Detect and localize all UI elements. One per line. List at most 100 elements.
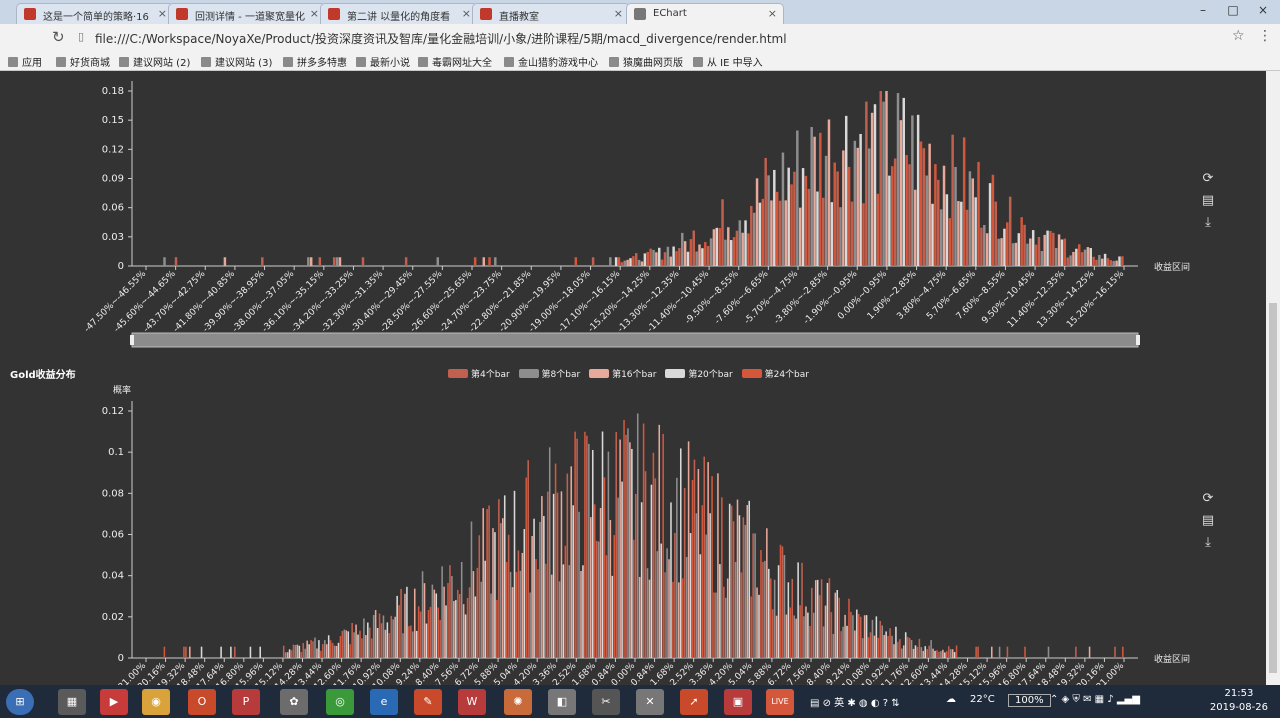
histogram-bar (1083, 249, 1087, 266)
tray-zoom[interactable]: 100% (1008, 694, 1051, 707)
taskbar-app4-icon[interactable]: ✂ (592, 689, 620, 715)
histogram-bar (826, 582, 829, 658)
bookmark-item[interactable]: 金山猎豹游戏中心 (504, 54, 598, 69)
histogram-bar (308, 644, 310, 658)
histogram-bar (1095, 259, 1098, 266)
histogram-bar (523, 529, 526, 658)
bookmark-item[interactable]: 拼多多特惠 (283, 54, 347, 69)
taskbar-wechat-icon[interactable]: ◎ (326, 689, 354, 715)
histogram-bar (560, 491, 563, 658)
histogram-bar (740, 572, 743, 658)
histogram-bar (916, 646, 919, 658)
start-button[interactable]: ⊞ (6, 689, 34, 715)
taskbar-explorer-icon[interactable]: ▦ (58, 689, 86, 715)
histogram-bar (819, 132, 822, 266)
taskbar-app7-icon[interactable]: ▣ (724, 689, 752, 715)
histogram-bar (937, 179, 940, 266)
taskbar-app2-icon[interactable]: ✺ (504, 689, 532, 715)
url-field[interactable]: file:///C:/Workspace/NoyaXe/Product/投资深度… (95, 30, 787, 47)
system-tray-icons[interactable]: ▤ ⊘ 英 ✱ ◍ ◐ ? ⇅ (810, 694, 900, 709)
histogram-bar (723, 586, 725, 658)
histogram-bar (773, 579, 776, 658)
tab-3[interactable]: 第二讲 以量化的角度看 × (320, 3, 478, 24)
bookmark-item[interactable]: 好货商城 (56, 54, 110, 69)
close-icon[interactable]: × (768, 7, 777, 20)
histogram-bar (626, 259, 629, 266)
histogram-bar (873, 104, 877, 266)
bookmark-item[interactable]: 建议网站 (2) (119, 54, 190, 69)
bookmark-item[interactable]: 毒霸网址大全 (418, 54, 492, 69)
download-icon[interactable]: ⤓ (1200, 535, 1216, 551)
maximize-icon[interactable]: □ (1218, 0, 1248, 20)
close-icon[interactable]: × (614, 7, 623, 20)
close-icon[interactable]: × (158, 7, 167, 20)
tab-2[interactable]: 回测详情 - 一道聚宽量化 × (168, 3, 326, 24)
histogram-bar (627, 428, 629, 658)
taskbar-chrome-icon[interactable]: ◉ (142, 689, 170, 715)
histogram-bar (698, 244, 701, 266)
taskbar-ie-icon[interactable]: e (370, 689, 398, 715)
scrollbar-thumb[interactable] (1269, 303, 1277, 673)
bookmark-item[interactable]: 最新小说 (356, 54, 410, 69)
histogram-bar (443, 586, 445, 658)
page-icon (504, 57, 514, 67)
histogram-bar (298, 645, 301, 658)
taskbar-app5-icon[interactable]: ✕ (636, 689, 664, 715)
page-icon (356, 57, 366, 67)
menu-icon[interactable]: ⋮ (1258, 28, 1272, 44)
page-scrollbar[interactable] (1266, 71, 1280, 685)
histogram-bar (666, 548, 668, 658)
histogram-bar (1034, 244, 1038, 266)
histogram-bar (1003, 228, 1006, 266)
taskbar-app-icon[interactable]: ✿ (280, 689, 308, 715)
tab-1[interactable]: 这是一个简单的策略·16 × (16, 3, 174, 24)
tray-temperature: 22°C (970, 694, 995, 705)
taskbar-live-icon[interactable]: LIVE (766, 689, 794, 715)
close-window-icon[interactable]: × (1248, 0, 1278, 20)
bookmark-apps[interactable]: 应用 (8, 54, 42, 69)
histogram-bar (931, 203, 934, 266)
taskbar-clock[interactable]: 21:53 2019-08-26 (1210, 687, 1268, 715)
histogram-bar (511, 587, 514, 658)
taskbar-app6-icon[interactable]: ➚ (680, 689, 708, 715)
tab-4[interactable]: 直播教室 × (472, 3, 630, 24)
bookmark-item[interactable]: 猿魔曲网页版 (609, 54, 683, 69)
histogram-bar (738, 515, 741, 658)
taskbar-ppt-icon[interactable]: P (232, 689, 260, 715)
close-icon[interactable]: × (310, 7, 319, 20)
histogram-bar (980, 227, 983, 266)
reload-icon[interactable]: ↻ (52, 28, 65, 46)
histogram-bar (888, 175, 891, 266)
tray-icons-right[interactable]: ⌃ ◈ ⛨ ✉ ▦ ♪ ▂▄▆ (1050, 694, 1140, 705)
bookmark-item[interactable]: 从 IE 中导入 (693, 54, 763, 69)
restore-icon[interactable]: ⟳ (1200, 171, 1216, 187)
data-view-icon[interactable]: ▤ (1200, 193, 1216, 209)
taskbar-app3-icon[interactable]: ◧ (548, 689, 576, 715)
taskbar-pdf-icon[interactable]: ✎ (414, 689, 442, 715)
apps-icon (8, 57, 18, 67)
histogram-bar (730, 505, 733, 658)
close-icon[interactable]: × (462, 7, 471, 20)
histogram-bar (445, 605, 447, 658)
taskbar-office-icon[interactable]: O (188, 689, 216, 715)
histogram-bar (732, 237, 736, 266)
histogram-bar (926, 649, 928, 658)
histogram-bar (629, 442, 631, 658)
tab-5-active[interactable]: EChart × (626, 3, 784, 24)
histogram-bar (320, 650, 322, 658)
star-icon[interactable]: ☆ (1232, 28, 1245, 44)
histogram-bar (962, 137, 966, 266)
download-icon[interactable]: ⤓ (1200, 215, 1216, 231)
data-view-icon[interactable]: ▤ (1200, 513, 1216, 529)
histogram-bar (901, 648, 903, 658)
bookmark-item[interactable]: 建议网站 (3) (201, 54, 272, 69)
minimize-icon[interactable]: – (1188, 0, 1218, 20)
histogram-bar (249, 646, 252, 658)
histogram-bar (261, 257, 264, 266)
restore-icon[interactable]: ⟳ (1200, 491, 1216, 507)
histogram-bar (1075, 248, 1078, 266)
histogram-bar (584, 431, 586, 658)
taskbar-wps-icon[interactable]: W (458, 689, 486, 715)
taskbar-media-icon[interactable]: ▶ (100, 689, 128, 715)
histogram-bar (803, 616, 805, 658)
